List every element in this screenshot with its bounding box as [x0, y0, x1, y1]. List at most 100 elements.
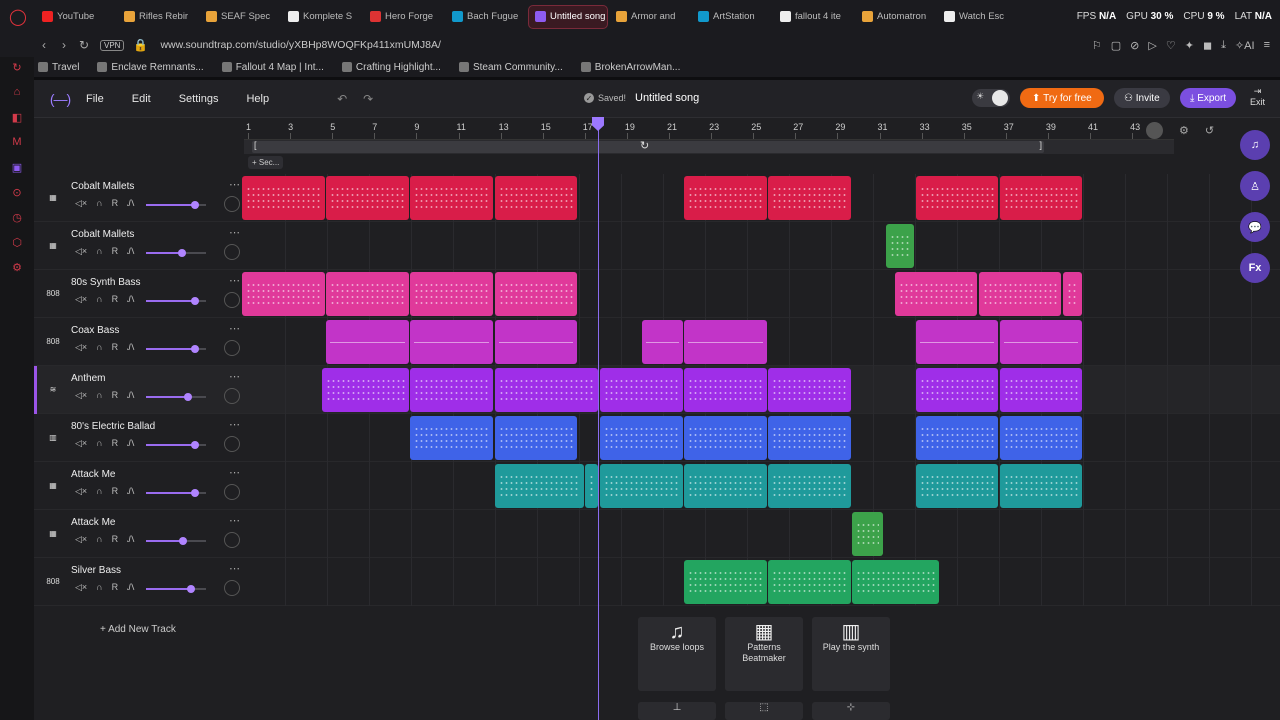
loop-start-handle[interactable]: [ — [254, 140, 257, 150]
volume-knob[interactable] — [178, 249, 186, 257]
region-clip[interactable] — [410, 320, 494, 364]
bookmark-icon[interactable]: ⚐ — [1092, 39, 1102, 52]
track-name[interactable]: Coax Bass — [71, 325, 119, 336]
region-clip[interactable] — [999, 176, 1083, 220]
track-name[interactable]: 80s Synth Bass — [71, 277, 140, 288]
add-new-track-button[interactable]: + Add New Track — [100, 624, 176, 635]
solo-headphones-icon[interactable]: ∩ — [96, 246, 102, 257]
mute-icon[interactable]: ◁× — [75, 486, 87, 497]
opera-logo-icon[interactable]: ◯ — [0, 0, 36, 33]
region-clip[interactable] — [494, 416, 578, 460]
snapshot-icon[interactable]: ▢ — [1111, 39, 1121, 52]
region-clip[interactable] — [599, 416, 683, 460]
pan-knob[interactable] — [224, 388, 240, 404]
region-clip[interactable] — [684, 464, 767, 508]
track-name[interactable]: Cobalt Mallets — [71, 181, 134, 192]
loop-toggle-icon[interactable]: ↺ — [1205, 124, 1214, 139]
region-clip[interactable] — [852, 512, 883, 556]
region-clip[interactable] — [999, 320, 1083, 364]
timeline-settings-icon[interactable]: ⚙ — [1179, 124, 1189, 139]
track-lane[interactable] — [244, 318, 1280, 366]
region-clip[interactable] — [915, 320, 999, 364]
record-arm-button[interactable]: R — [112, 390, 119, 401]
card-add[interactable]: ⊹ — [812, 702, 890, 720]
menu-icon[interactable]: ≡ — [1264, 39, 1270, 52]
region-clip[interactable] — [684, 368, 767, 412]
record-arm-button[interactable]: R — [112, 582, 119, 593]
region-clip[interactable] — [768, 368, 851, 412]
volume-knob[interactable] — [191, 201, 200, 209]
adblock-icon[interactable]: ⊘ — [1130, 39, 1139, 52]
volume-knob[interactable] — [191, 441, 200, 449]
track-name[interactable]: Cobalt Mallets — [71, 229, 134, 240]
volume-slider[interactable] — [146, 297, 206, 305]
more-options-icon[interactable]: ⋯ — [229, 274, 240, 287]
solo-headphones-icon[interactable]: ∩ — [96, 390, 102, 401]
fx-icon[interactable]: Ꮑ — [127, 294, 135, 305]
browser-tab[interactable]: fallout 4 ite — [774, 5, 854, 29]
region-clip[interactable] — [641, 320, 683, 364]
track-lane[interactable] — [242, 174, 1280, 222]
region-clip[interactable] — [684, 320, 767, 364]
browser-tab[interactable]: SEAF Spec — [200, 5, 280, 29]
url-field[interactable]: www.soundtrap.com/studio/yXBHp8WOQFKp411… — [160, 39, 441, 51]
browser-tab[interactable]: Automatron — [856, 5, 936, 29]
card-edit[interactable]: ⬚ — [725, 702, 803, 720]
track-name[interactable]: 80's Electric Ballad — [71, 421, 155, 432]
mute-icon[interactable]: ◁× — [75, 294, 87, 305]
heart-icon[interactable]: ♡ — [1166, 39, 1176, 52]
timeline-ruler[interactable]: 1 3 5 7 9 11 13 15 17 19 21 23 25 27 29 31 33 35 37 39 41 43 — [244, 118, 1174, 140]
pan-knob[interactable] — [224, 244, 240, 260]
volume-knob[interactable] — [184, 393, 192, 401]
mute-icon[interactable]: ◁× — [75, 438, 87, 449]
track-name[interactable]: Attack Me — [71, 469, 115, 480]
song-title[interactable]: Untitled song — [635, 92, 699, 104]
pan-knob[interactable] — [224, 292, 240, 308]
bookmark-item[interactable]: Crafting Highlight... — [341, 62, 441, 73]
region-clip[interactable] — [852, 560, 940, 604]
solo-headphones-icon[interactable]: ∩ — [96, 198, 102, 209]
sidebar-messenger-icon[interactable]: M — [12, 136, 21, 152]
ai-icon[interactable]: ✧AI — [1235, 39, 1255, 52]
vpn-badge[interactable]: VPN — [100, 39, 125, 51]
mute-icon[interactable]: ◁× — [75, 246, 87, 257]
volume-slider[interactable] — [146, 201, 206, 209]
add-section-button[interactable]: + Sec... — [248, 156, 284, 169]
volume-knob[interactable] — [191, 297, 200, 305]
sidebar-history-icon[interactable]: ◷ — [12, 211, 22, 227]
track-lane[interactable] — [244, 510, 1280, 558]
region-clip[interactable] — [684, 176, 767, 220]
track-name[interactable]: Silver Bass — [71, 565, 121, 576]
loop-bar[interactable]: [ ↻ ] — [244, 140, 1174, 154]
browser-tab[interactable]: Armor and — [610, 5, 690, 29]
soundtrap-logo-icon[interactable]: (—) — [34, 91, 86, 107]
loops-tool-icon[interactable]: ♫ — [1240, 130, 1270, 160]
player-icon[interactable]: ▷ — [1148, 39, 1156, 52]
track-row[interactable]: 808 Silver Bass ⋯ ◁× ∩ R Ꮑ — [34, 558, 1280, 606]
track-lane[interactable] — [244, 558, 1280, 606]
undo-icon[interactable]: ↶ — [337, 92, 347, 106]
fx-icon[interactable]: Ꮑ — [127, 198, 135, 209]
volume-slider[interactable] — [146, 585, 206, 593]
sidebar-game-icon[interactable]: ◧ — [12, 111, 22, 127]
menu-file[interactable]: File — [86, 93, 104, 105]
bookmark-item[interactable]: Steam Community... — [458, 62, 563, 73]
record-arm-button[interactable]: R — [112, 342, 119, 353]
more-options-icon[interactable]: ⋯ — [229, 562, 240, 575]
redo-icon[interactable]: ↷ — [363, 92, 373, 106]
profile-icon[interactable]: ◼ — [1203, 39, 1212, 52]
region-clip[interactable] — [768, 560, 851, 604]
mute-icon[interactable]: ◁× — [75, 390, 87, 401]
volume-slider[interactable] — [146, 249, 206, 257]
theme-toggle[interactable]: ☀ — [972, 89, 1010, 107]
invite-button[interactable]: ⚇ Invite — [1114, 88, 1170, 108]
collab-tool-icon[interactable]: ♙ — [1240, 171, 1270, 201]
loop-end-handle[interactable]: ] — [1039, 140, 1042, 150]
more-options-icon[interactable]: ⋯ — [229, 226, 240, 239]
browser-tab[interactable]: Rifles Rebir — [118, 5, 198, 29]
track-lane[interactable] — [242, 270, 1280, 318]
download-icon[interactable]: ⤓ — [1221, 39, 1226, 52]
mute-icon[interactable]: ◁× — [75, 534, 87, 545]
region-clip[interactable] — [326, 320, 409, 364]
region-clip[interactable] — [326, 176, 409, 220]
